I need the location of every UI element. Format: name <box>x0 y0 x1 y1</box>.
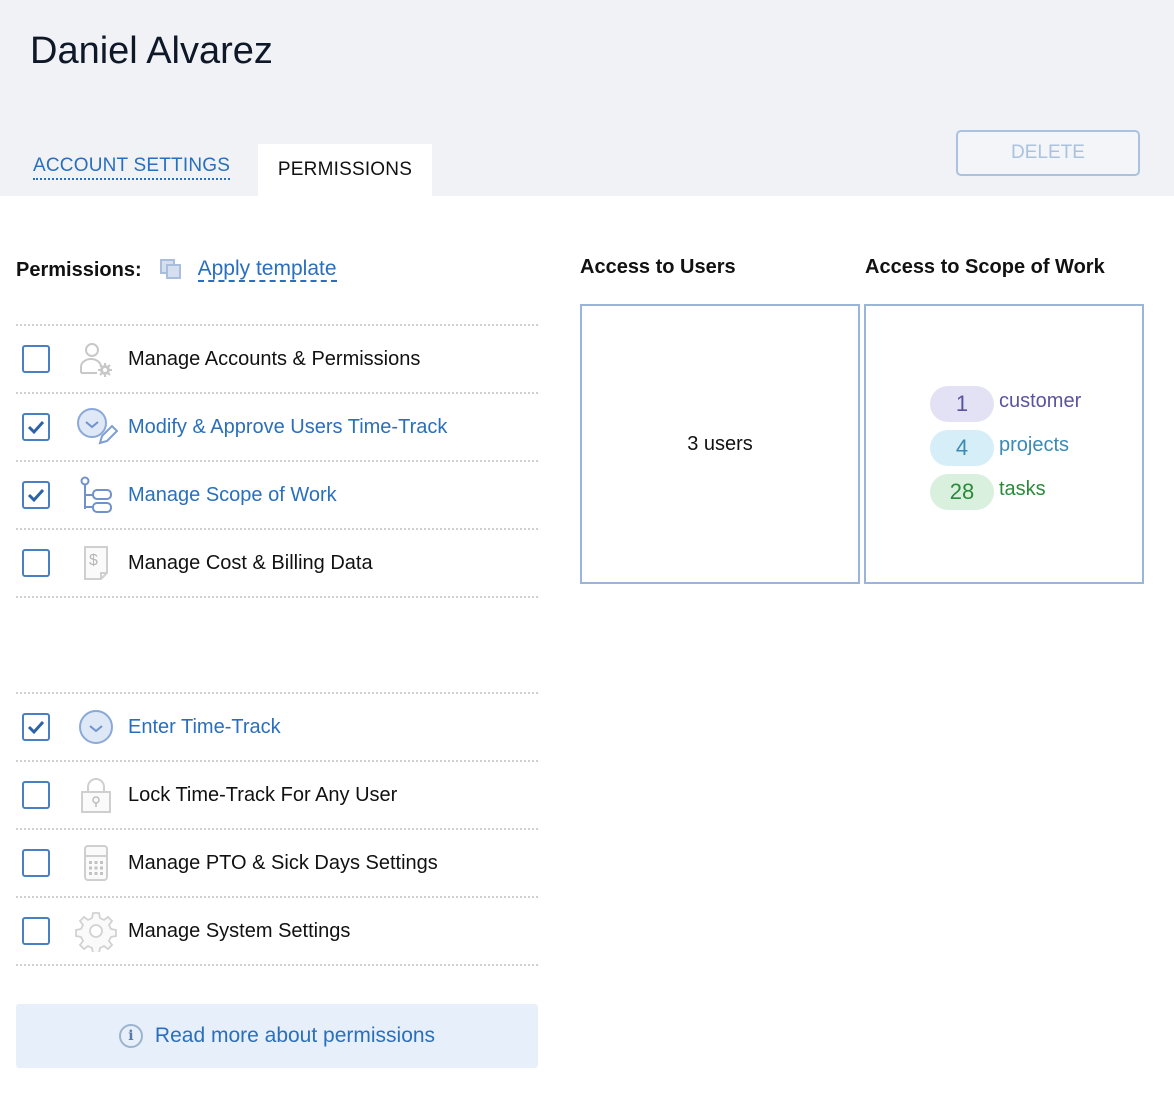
scope-list: 1 customer 4 projects 28 tasks <box>930 382 1081 514</box>
checkbox-system-settings[interactable] <box>22 917 50 945</box>
user-gear-icon <box>74 337 118 381</box>
checkbox-enter-time-track[interactable] <box>22 713 50 741</box>
checkbox-scope-of-work[interactable] <box>22 481 50 509</box>
scope-label: projects <box>999 433 1070 456</box>
info-icon: i <box>118 1024 143 1048</box>
tab-permissions-label: PERMISSIONS <box>277 159 413 180</box>
permission-row-pto: Manage PTO & Sick Days Settings <box>16 830 538 898</box>
calculator-icon <box>74 841 118 885</box>
lock-icon <box>74 773 118 817</box>
permission-row-system-settings: Manage System Settings <box>16 898 538 966</box>
read-more-label: Read more about permissions <box>154 1024 436 1047</box>
checkmark-icon <box>27 420 45 435</box>
permission-row-manage-accounts: Manage Accounts & Permissions <box>16 326 538 394</box>
access-scope-heading: Access to Scope of Work <box>865 256 1105 278</box>
permission-label: Manage Scope of Work <box>128 483 337 506</box>
delete-button[interactable]: DELETE <box>956 130 1140 176</box>
count-pill: 28 <box>930 474 994 510</box>
checkbox-pto[interactable] <box>22 849 50 877</box>
gear-icon <box>74 909 118 953</box>
permission-row-enter-time-track: Enter Time-Track <box>16 694 538 762</box>
checkmark-icon <box>27 488 45 503</box>
clock-pencil-icon <box>74 405 118 449</box>
permission-group-timetrack: Enter Time-Track Lock Time-Track For Any… <box>16 692 538 966</box>
permission-row-lock-time-track: Lock Time-Track For Any User <box>16 762 538 830</box>
permissions-header: Permissions: Apply template <box>16 258 337 282</box>
apply-template-link[interactable]: Apply template <box>197 258 337 282</box>
count-pill: 4 <box>930 430 994 466</box>
clock-check-icon <box>74 705 118 749</box>
scope-item-projects: 4 projects <box>930 426 1081 470</box>
scope-item-customer: 1 customer <box>930 382 1081 426</box>
checkbox-lock-time-track[interactable] <box>22 781 50 809</box>
read-more-permissions-link[interactable]: i Read more about permissions <box>16 1004 538 1068</box>
permission-label: Manage Accounts & Permissions <box>128 347 421 370</box>
permission-row-modify-approve: Modify & Approve Users Time-Track <box>16 394 538 462</box>
permissions-panel: Permissions: Apply template Manage Accou… <box>16 196 538 996</box>
dollar-document-icon: $ <box>74 541 118 585</box>
scope-label: tasks <box>999 477 1046 500</box>
permission-label: Manage System Settings <box>128 919 351 942</box>
permission-row-cost-billing: $ Manage Cost & Billing Data <box>16 530 538 598</box>
permission-label: Lock Time-Track For Any User <box>128 783 398 806</box>
checkbox-modify-approve[interactable] <box>22 413 50 441</box>
access-users-heading: Access to Users <box>580 256 736 278</box>
tree-structure-icon <box>74 473 118 517</box>
permission-label: Manage PTO & Sick Days Settings <box>128 851 438 874</box>
permission-label: Enter Time-Track <box>128 715 281 738</box>
checkbox-manage-accounts[interactable] <box>22 345 50 373</box>
checkbox-cost-billing[interactable] <box>22 549 50 577</box>
permission-row-scope-of-work: Manage Scope of Work <box>16 462 538 530</box>
scope-item-tasks: 28 tasks <box>930 470 1081 514</box>
checkmark-icon <box>27 720 45 735</box>
access-users-box[interactable]: 3 users <box>580 304 860 584</box>
permission-label: Manage Cost & Billing Data <box>128 551 373 574</box>
tab-permissions[interactable]: PERMISSIONS <box>258 144 432 196</box>
copy-template-icon <box>159 259 184 281</box>
permissions-label: Permissions: <box>16 258 142 281</box>
users-count: 3 users <box>687 432 753 455</box>
access-scope-box[interactable]: 1 customer 4 projects 28 tasks <box>864 304 1144 584</box>
tab-account-settings[interactable]: ACCOUNT SETTINGS <box>33 155 231 180</box>
permission-label: Modify & Approve Users Time-Track <box>128 415 448 438</box>
page-header: Daniel Alvarez ACCOUNT SETTINGS PERMISSI… <box>0 0 1174 196</box>
scope-label: customer <box>999 389 1082 412</box>
page-title: Daniel Alvarez <box>30 30 273 72</box>
svg-text:$: $ <box>89 552 98 569</box>
count-pill: 1 <box>930 386 994 422</box>
permission-group-management: Manage Accounts & Permissions Modify & A… <box>16 324 538 598</box>
